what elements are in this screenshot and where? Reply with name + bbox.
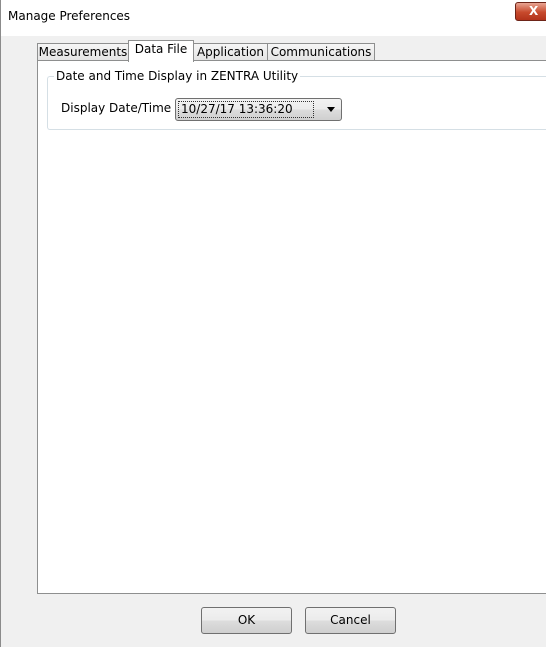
- tab-application[interactable]: Application: [193, 43, 268, 61]
- close-button[interactable]: X: [515, 2, 546, 21]
- tab-label: Communications: [270, 45, 372, 59]
- manage-preferences-dialog: Manage Preferences X Measurements Data F…: [0, 0, 546, 647]
- dialog-footer: OK Cancel: [37, 594, 546, 647]
- tab-label: Measurements: [38, 45, 128, 59]
- tab-communications[interactable]: Communications: [267, 43, 375, 61]
- close-icon: X: [529, 4, 539, 18]
- chevron-down-icon: [327, 107, 335, 112]
- group-legend: Date and Time Display in ZENTRA Utility: [54, 69, 301, 83]
- cancel-button[interactable]: Cancel: [305, 607, 396, 634]
- display-date-time-dropdown[interactable]: 10/27/17 13:36:20: [175, 98, 342, 121]
- window-title: Manage Preferences: [8, 9, 131, 23]
- data-file-panel: Date and Time Display in ZENTRA Utility …: [37, 60, 546, 594]
- selected-date-time-value: 10/27/17 13:36:20: [178, 101, 314, 118]
- ok-button[interactable]: OK: [201, 607, 292, 634]
- tab-data-file[interactable]: Data File: [128, 40, 194, 62]
- tab-label: Application: [196, 45, 265, 59]
- tab-measurements[interactable]: Measurements: [37, 43, 129, 61]
- tab-label: Data File: [134, 42, 188, 56]
- display-date-time-label: Display Date/Time: [61, 101, 172, 115]
- title-bar[interactable]: Manage Preferences X: [1, 0, 546, 36]
